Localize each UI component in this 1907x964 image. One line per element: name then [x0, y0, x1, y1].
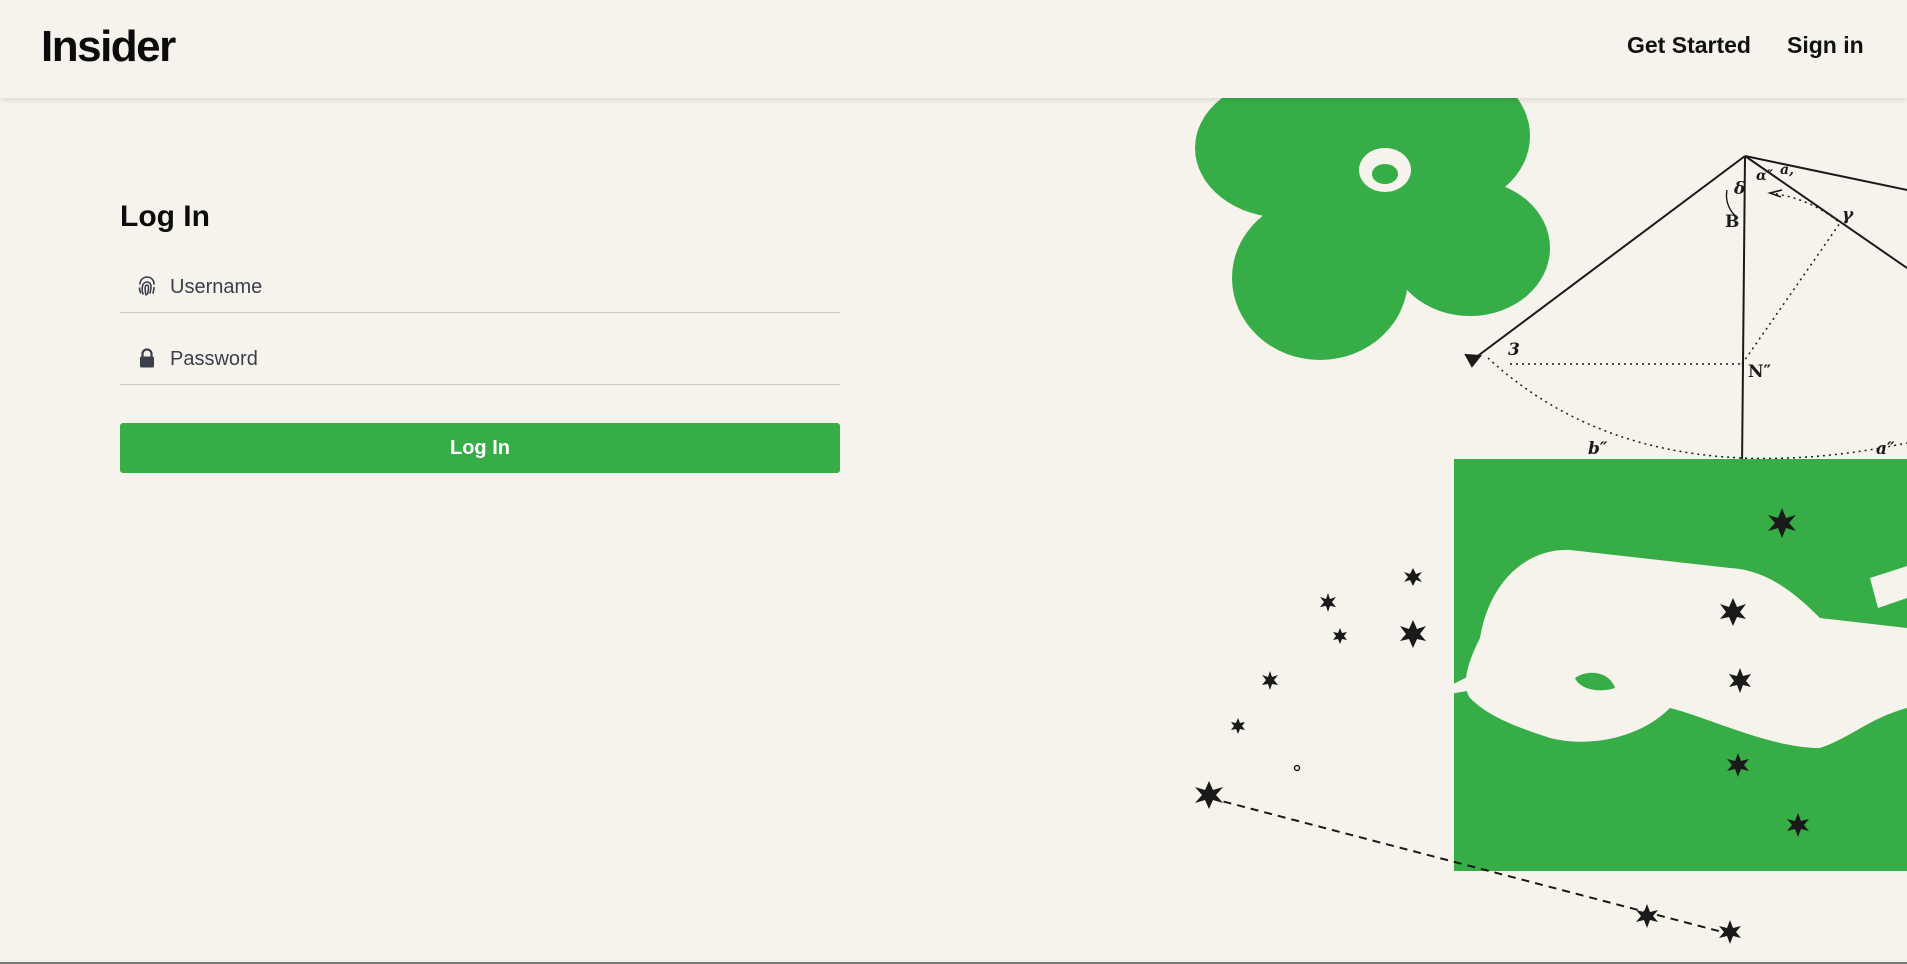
- geometry-diagram: [1464, 155, 1907, 469]
- sign-in-link[interactable]: Sign in: [1787, 32, 1864, 59]
- login-button[interactable]: Log In: [120, 423, 840, 473]
- svg-text:b″: b″: [1588, 439, 1608, 459]
- username-field: [120, 262, 840, 313]
- svg-text:N″: N″: [1748, 362, 1772, 382]
- password-input[interactable]: [168, 342, 822, 376]
- password-field: [120, 334, 840, 385]
- svg-text:δ: δ: [1733, 179, 1745, 199]
- login-title: Log In: [120, 200, 210, 233]
- svg-text:α″: α″: [1756, 168, 1774, 184]
- fingerprint-icon: [136, 275, 158, 297]
- get-started-link[interactable]: Get Started: [1627, 32, 1751, 59]
- flower-illustration: [1195, 98, 1550, 360]
- svg-text:B: B: [1725, 212, 1739, 232]
- svg-text:a,: a,: [1780, 162, 1794, 178]
- hand-illustration: [1426, 549, 1907, 748]
- svg-text:γ: γ: [1842, 205, 1854, 225]
- username-input[interactable]: [168, 270, 822, 304]
- svg-text:a″: a″: [1876, 439, 1895, 459]
- lock-icon: [136, 347, 158, 369]
- brand-logo[interactable]: Insider: [41, 22, 176, 72]
- top-navbar: Insider Get Started Sign in: [0, 0, 1907, 98]
- svg-text:3: 3: [1508, 340, 1520, 360]
- decorative-illustration: δ α″ a, γ B 3 N″ b″ a″ E: [1195, 98, 1907, 944]
- diagram-labels: δ α″ a, γ B 3 N″ b″ a″ E: [1508, 162, 1895, 490]
